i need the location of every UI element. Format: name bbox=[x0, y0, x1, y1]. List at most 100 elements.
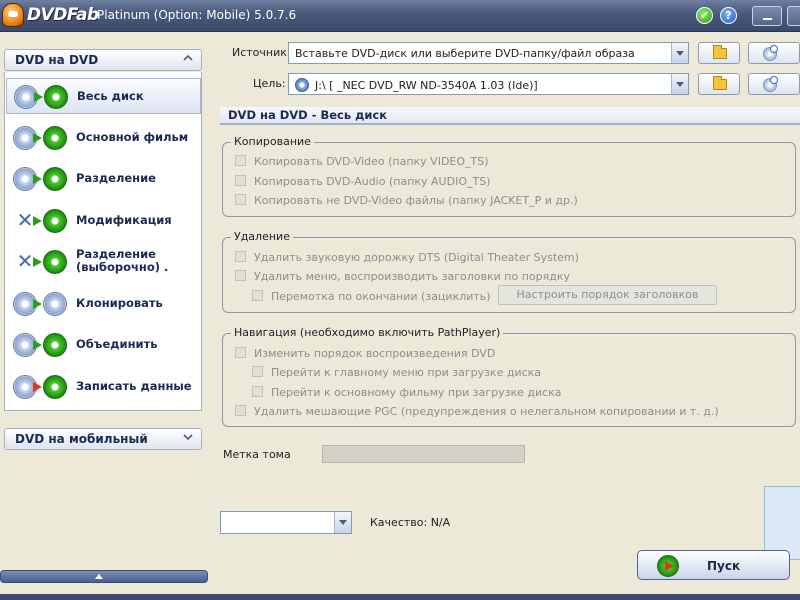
start-icon bbox=[657, 555, 679, 577]
option-label: Удалить меню, воспроизводить заголовки п… bbox=[254, 270, 570, 283]
folder-icon bbox=[713, 76, 727, 90]
checkbox-icon bbox=[235, 270, 246, 281]
copy-group: Копирование Копировать DVD-Video (папку … bbox=[222, 135, 796, 217]
source-browse-folder-button[interactable] bbox=[698, 42, 740, 64]
copy-non-dvd-files-checkbox[interactable]: Копировать не DVD-Video файлы (папку JAC… bbox=[235, 194, 578, 207]
sidebar-item-merge[interactable]: Объединить bbox=[6, 327, 201, 363]
sidebar-item-clone[interactable]: Клонировать bbox=[6, 286, 201, 322]
copy-group-title: Копирование bbox=[231, 135, 314, 148]
checkbox-icon bbox=[235, 405, 246, 416]
sidebar-item-label: Основной фильм bbox=[76, 130, 189, 144]
target-combo[interactable]: J:\ [ _NEC DVD_RW ND-3540A 1.03 (Ide)] bbox=[288, 73, 689, 95]
title-order-button[interactable]: Настроить порядок заголовков bbox=[498, 285, 717, 305]
checkbox-icon bbox=[235, 155, 246, 166]
side-panel-tab[interactable] bbox=[764, 486, 800, 560]
sidebar-item-main-movie[interactable]: Основной фильм bbox=[6, 120, 201, 156]
checkbox-icon bbox=[235, 194, 246, 205]
disc-search-icon bbox=[763, 76, 778, 92]
disc-search-icon bbox=[763, 45, 778, 61]
sidebar-section-label: DVD на мобильный bbox=[15, 432, 148, 446]
target-browse-folder-button[interactable] bbox=[698, 73, 740, 95]
customize-icon: ✕ bbox=[11, 207, 71, 235]
navigation-group: Навигация (необходимо включить PathPlaye… bbox=[222, 326, 796, 427]
option-label: Перемотка по окончании (зациклить) bbox=[271, 290, 491, 303]
sidebar-section-label: DVD на DVD bbox=[15, 53, 99, 67]
checkbox-icon bbox=[252, 290, 263, 301]
clone-icon bbox=[11, 290, 71, 318]
dropdown-arrow-icon[interactable] bbox=[671, 74, 688, 94]
app-brand: DVDFab bbox=[27, 5, 99, 25]
cd-drive-icon bbox=[295, 78, 309, 92]
start-button[interactable]: Пуск bbox=[637, 550, 790, 580]
checkbox-icon bbox=[252, 386, 263, 397]
option-label: Перейти к основному фильму при загрузке … bbox=[271, 386, 562, 399]
remove-menu-checkbox[interactable]: Удалить меню, воспроизводить заголовки п… bbox=[235, 270, 570, 283]
full-disc-icon bbox=[12, 83, 72, 111]
source-value: Вставьте DVD-диск или выберите DVD-папку… bbox=[295, 47, 635, 60]
option-label: Копировать не DVD-Video файлы (папку JAC… bbox=[254, 194, 578, 207]
option-label: Удалить мешающие PGC (предупреждения о н… bbox=[254, 405, 719, 418]
checkbox-icon bbox=[235, 347, 246, 358]
source-label: Источник: bbox=[232, 46, 291, 59]
checkbox-icon bbox=[235, 175, 246, 186]
target-open-disc-button[interactable] bbox=[748, 73, 800, 95]
source-combo[interactable]: Вставьте DVD-диск или выберите DVD-папку… bbox=[288, 42, 689, 64]
sidebar-item-customize-split[interactable]: ✕ Разделение (выборочно) . bbox=[6, 244, 201, 280]
copy-video-ts-checkbox[interactable]: Копировать DVD-Video (папку VIDEO_TS) bbox=[235, 155, 489, 168]
remove-dts-checkbox[interactable]: Удалить звуковую дорожку DTS (Digital Th… bbox=[235, 251, 579, 264]
chevron-down-icon bbox=[183, 434, 193, 441]
write-data-icon bbox=[11, 373, 71, 401]
remove-group: Удаление Удалить звуковую дорожку DTS (D… bbox=[222, 230, 796, 313]
sidebar-item-split[interactable]: Разделение bbox=[6, 161, 201, 197]
jump-main-menu-checkbox[interactable]: Перейти к главному меню при загрузке дис… bbox=[252, 366, 541, 379]
loop-playback-checkbox[interactable]: Перемотка по окончании (зациклить) bbox=[252, 290, 491, 303]
volume-label-input[interactable] bbox=[322, 445, 525, 463]
window-bottom-border bbox=[0, 594, 800, 600]
remove-group-title: Удаление bbox=[231, 230, 293, 243]
window-title: Platinum (Option: Mobile) 5.0.7.6 bbox=[97, 8, 297, 22]
sidebar-section-dvd-to-mobile[interactable]: DVD на мобильный bbox=[4, 428, 202, 450]
option-label: Копировать DVD-Video (папку VIDEO_TS) bbox=[254, 155, 489, 168]
sidebar-item-label: Модификация bbox=[76, 213, 172, 227]
chevron-up-icon bbox=[183, 54, 193, 61]
mode-title: DVD на DVD - Весь диск bbox=[220, 107, 800, 125]
sidebar-item-label: Клонировать bbox=[76, 296, 163, 310]
folder-icon bbox=[713, 45, 727, 59]
title-bar: DVDFab Platinum (Option: Mobile) 5.0.7.6… bbox=[0, 0, 800, 32]
merge-icon bbox=[11, 331, 71, 359]
sidebar-collapse-bar[interactable] bbox=[0, 570, 208, 583]
volume-label: Метка тома bbox=[223, 448, 291, 461]
option-label: Изменить порядок воспроизведения DVD bbox=[254, 347, 496, 360]
sidebar-item-label: Весь диск bbox=[77, 89, 144, 103]
sidebar-mode-list: Весь диск Основной фильм Разделение ✕ Мо… bbox=[4, 72, 202, 411]
sidebar-item-label: Объединить bbox=[76, 337, 158, 351]
change-play-order-checkbox[interactable]: Изменить порядок воспроизведения DVD bbox=[235, 347, 495, 360]
remove-pgc-checkbox[interactable]: Удалить мешающие PGC (предупреждения о н… bbox=[235, 405, 719, 418]
sidebar-item-label: Записать данные bbox=[76, 379, 192, 393]
customize-split-icon: ✕ bbox=[11, 248, 71, 276]
dropdown-arrow-icon[interactable] bbox=[671, 43, 688, 63]
start-button-label: Пуск bbox=[707, 559, 741, 573]
sidebar-item-full-disc[interactable]: Весь диск bbox=[6, 78, 201, 114]
close-button[interactable] bbox=[787, 6, 800, 26]
split-icon bbox=[11, 165, 71, 193]
target-label: Цель: bbox=[253, 77, 286, 90]
source-open-disc-button[interactable] bbox=[748, 42, 800, 64]
sidebar-item-label: Разделение (выборочно) . bbox=[76, 247, 169, 274]
option-label: Удалить звуковую дорожку DTS (Digital Th… bbox=[254, 251, 579, 264]
sidebar-item-customize[interactable]: ✕ Модификация bbox=[6, 203, 201, 239]
target-value: J:\ [ _NEC DVD_RW ND-3540A 1.03 (Ide)] bbox=[315, 79, 538, 92]
quality-text: Качество: N/A bbox=[370, 516, 451, 529]
dvdfab-logo-icon bbox=[2, 3, 24, 27]
option-label: Перейти к главному меню при загрузке дис… bbox=[271, 366, 542, 379]
jump-main-movie-checkbox[interactable]: Перейти к основному фильму при загрузке … bbox=[252, 386, 562, 399]
help-icon[interactable]: ? bbox=[720, 7, 737, 24]
update-check-icon[interactable]: ✔ bbox=[696, 7, 713, 24]
minimize-button[interactable] bbox=[752, 6, 782, 26]
sidebar-item-write-data[interactable]: Записать данные bbox=[6, 369, 201, 405]
checkbox-icon bbox=[235, 251, 246, 262]
dropdown-arrow-icon[interactable] bbox=[334, 512, 351, 533]
sidebar-section-dvd-to-dvd[interactable]: DVD на DVD bbox=[4, 49, 202, 71]
copy-audio-ts-checkbox[interactable]: Копировать DVD-Audio (папку AUDIO_TS) bbox=[235, 175, 490, 188]
quality-combo[interactable] bbox=[220, 511, 352, 534]
